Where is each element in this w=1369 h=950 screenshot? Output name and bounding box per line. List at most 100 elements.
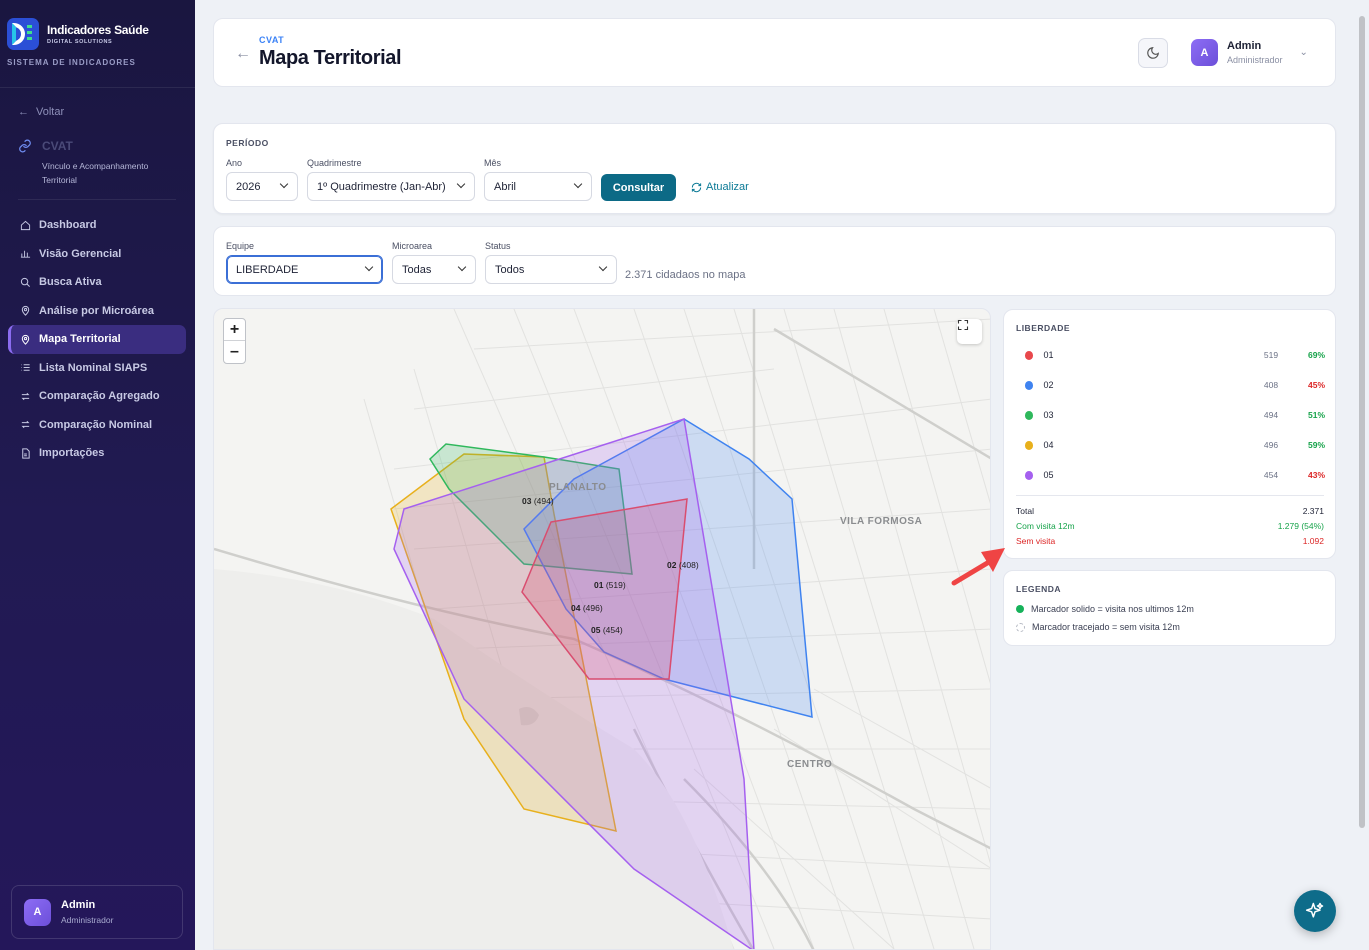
back-arrow-icon[interactable]: ← <box>235 45 251 63</box>
period-filter-card: PERÍODO Ano 2026 Quadrimestre 1º Quadrim… <box>213 123 1336 214</box>
team-percent: 45% <box>1307 380 1325 390</box>
user-menu[interactable]: A Admin Administrador ⌄ <box>1191 39 1308 66</box>
area-label: PLANALTO <box>549 482 607 493</box>
sidebar-item-busca-ativa[interactable]: Busca Ativa <box>8 268 186 297</box>
chevron-down-icon <box>456 179 466 189</box>
team-label: Equipe <box>226 241 255 251</box>
sidebar-item-label: Importações <box>39 447 105 460</box>
chevron-down-icon <box>279 179 289 189</box>
citizen-count: 2.371 cidadaos no mapa <box>625 269 746 281</box>
sidebar-item-mapa-territorial[interactable]: Mapa Territorial <box>8 325 186 354</box>
theme-toggle-button[interactable] <box>1138 38 1168 68</box>
sidebar-item-analise-por-microarea[interactable]: Análise por Microárea <box>8 297 186 326</box>
status-select[interactable]: Todos <box>485 255 617 284</box>
team-color-dot <box>1025 410 1034 420</box>
month-select[interactable]: Abril <box>484 172 592 201</box>
zoom-control: + – <box>223 318 246 364</box>
system-label: SISTEMA DE INDICADORES <box>7 58 136 67</box>
team-name: 02 <box>1043 380 1054 390</box>
total-row: Total 2.371 <box>1016 506 1324 516</box>
team-name: 03 <box>1043 410 1054 420</box>
legend-title: LEGENDA <box>1016 584 1062 594</box>
team-row[interactable]: 02 408 45% <box>1025 378 1325 392</box>
team-count: 494 <box>1263 410 1279 420</box>
brand-subtitle: DIGITAL SOLUTIONS <box>47 39 113 45</box>
team-name: 05 <box>1043 470 1054 480</box>
brand-name: Indicadores Saúde <box>47 23 149 37</box>
assistant-fab-button[interactable] <box>1294 890 1336 932</box>
moon-icon <box>1147 47 1159 59</box>
team-count: 519 <box>1263 350 1279 360</box>
sidebar-item-label: Comparação Agregado <box>39 390 160 403</box>
link-icon <box>19 139 31 153</box>
with-visit-row: Com visita 12m 1.279 (54%) <box>1016 521 1324 531</box>
sidebar-item-label: Visão Gerencial <box>39 247 122 260</box>
team-row[interactable]: 05 454 43% <box>1025 468 1325 482</box>
divider <box>1016 495 1324 496</box>
legend-solid-row: Marcador solido = visita nos ultimos 12m <box>1016 604 1194 614</box>
microarea-label: Microarea <box>392 241 433 251</box>
team-percent: 51% <box>1307 410 1325 420</box>
arrows-icon <box>19 390 31 402</box>
atualizar-button[interactable]: Atualizar <box>691 181 749 193</box>
back-link[interactable]: ← Voltar <box>18 106 64 118</box>
sidebar-item-lista-nominal-siaps[interactable]: Lista Nominal SIAPS <box>8 354 186 383</box>
sidebar-item-comparacao-nominal[interactable]: Comparação Nominal <box>8 411 186 440</box>
solid-marker-icon <box>1016 605 1024 613</box>
team-row[interactable]: 03 494 51% <box>1025 408 1325 422</box>
team-row[interactable]: 04 496 59% <box>1025 438 1325 452</box>
team-select[interactable]: LIBERDADE <box>226 255 383 284</box>
page-header: ← CVAT Mapa Territorial A Admin Administ… <box>213 18 1336 87</box>
territorial-map[interactable]: + – PLANALTO VILA FORMOSA CENTRO 03 (494… <box>213 308 991 950</box>
team-color-dot <box>1025 440 1034 450</box>
brand[interactable]: Indicadores Saúde DIGITAL SOLUTIONS <box>7 18 149 50</box>
sidebar-item-dashboard[interactable]: Dashboard <box>8 211 186 240</box>
team-filter-card: Equipe LIBERDADE Microarea Todas Status … <box>213 226 1336 296</box>
sidebar-divider <box>0 87 195 88</box>
team-percent: 43% <box>1307 470 1325 480</box>
section-label: PERÍODO <box>226 138 269 148</box>
sidebar-item-label: Comparação Nominal <box>39 418 153 431</box>
sidebar-item-importacoes[interactable]: Importações <box>8 439 186 468</box>
list-icon <box>19 362 31 374</box>
sidebar-item-comparacao-agregado[interactable]: Comparação Agregado <box>8 382 186 411</box>
map-pin-icon <box>19 333 31 345</box>
quadrimester-select[interactable]: 1º Quadrimestre (Jan-Abr) <box>307 172 475 201</box>
page-scrollbar[interactable] <box>1357 2 1367 948</box>
team-stats-card: LIBERDADE Total 2.371 Com visita 12m 1.279… <box>1003 309 1336 559</box>
back-label: Voltar <box>36 106 65 118</box>
fullscreen-button[interactable] <box>957 319 982 344</box>
arrow-left-icon: ← <box>18 106 29 118</box>
team-row[interactable]: 01 519 69% <box>1025 348 1325 362</box>
user-role: Administrador <box>61 915 114 925</box>
chevron-down-icon: ⌄ <box>1299 47 1308 58</box>
zoom-out-button[interactable]: – <box>224 341 245 363</box>
user-name: Admin <box>1227 40 1262 52</box>
page-title: Mapa Territorial <box>259 47 402 69</box>
microarea-select[interactable]: Todas <box>392 255 476 284</box>
brand-logo <box>7 18 39 50</box>
zoom-in-button[interactable]: + <box>224 319 245 341</box>
sidebar-item-label: Busca Ativa <box>39 276 102 289</box>
sidebar-user-card[interactable]: A Admin Administrador <box>11 885 183 939</box>
polygon-label-02: 02 (408) <box>667 560 699 570</box>
breadcrumb: CVAT <box>259 35 285 45</box>
arrows-icon <box>19 419 31 431</box>
sidebar-item-label: Mapa Territorial <box>39 333 121 346</box>
team-color-dot <box>1025 350 1034 360</box>
avatar: A <box>1191 39 1218 66</box>
sidebar-item-visao-gerencial[interactable]: Visão Gerencial <box>8 240 186 269</box>
file-icon <box>19 447 31 459</box>
map-pin-icon <box>19 305 31 317</box>
year-select[interactable]: 2026 <box>226 172 298 201</box>
legend-dashed-row: Marcador tracejado = sem visita 12m <box>1016 622 1180 632</box>
chevron-down-icon <box>457 262 467 272</box>
sidebar: Indicadores Saúde DIGITAL SOLUTIONS SIST… <box>0 0 195 950</box>
module-description: Vínculo e Acompanhamento Territorial <box>42 161 149 185</box>
quadrimester-label: Quadrimestre <box>307 158 362 168</box>
chevron-down-icon <box>598 262 608 272</box>
team-name: 04 <box>1043 440 1054 450</box>
team-percent: 59% <box>1307 440 1325 450</box>
chevron-down-icon <box>573 179 583 189</box>
consultar-button[interactable]: Consultar <box>601 174 676 201</box>
